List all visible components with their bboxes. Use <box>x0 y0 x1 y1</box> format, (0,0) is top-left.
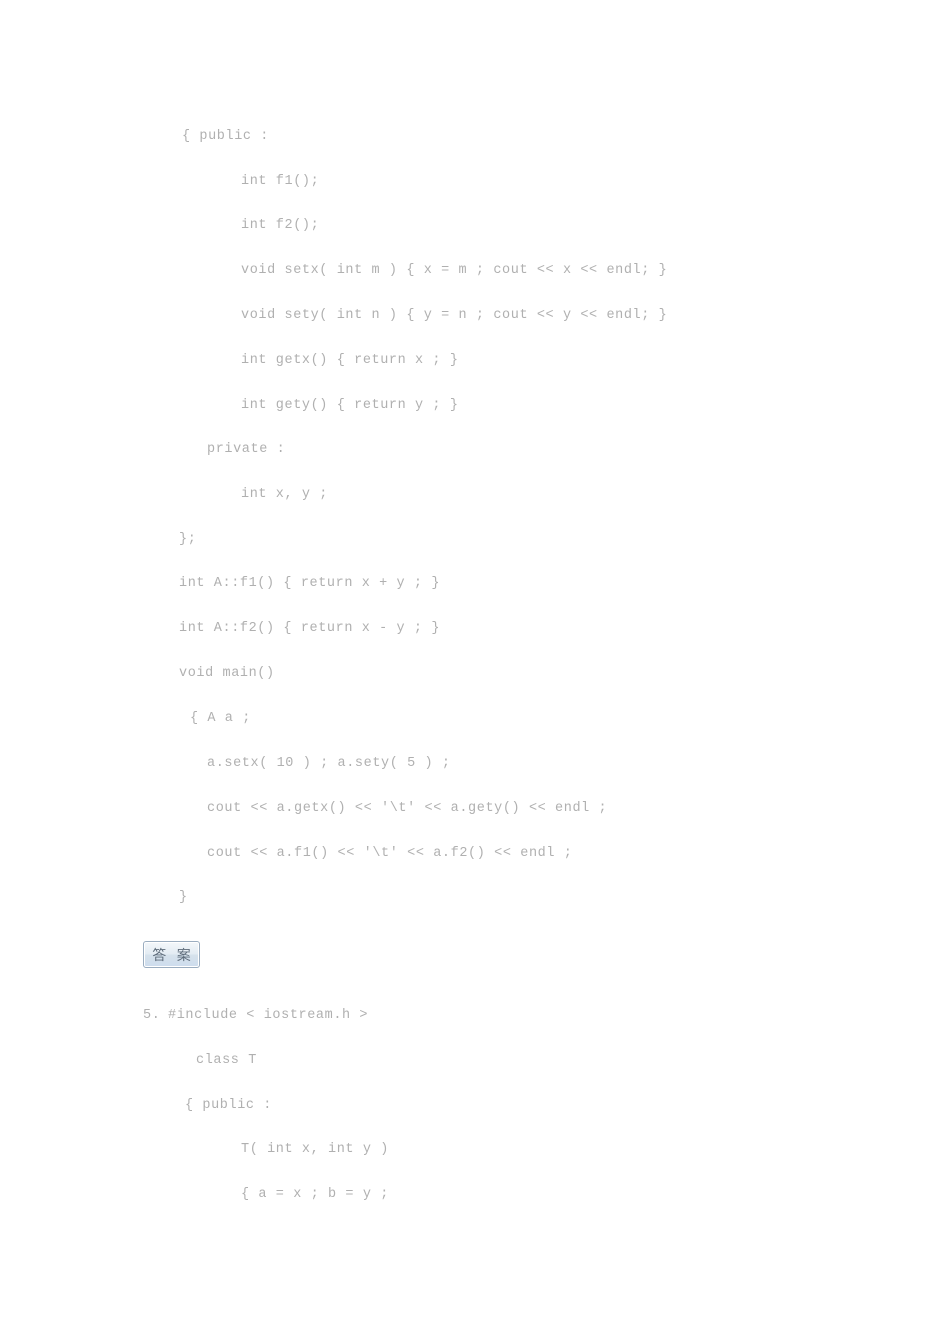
code-line-14: a.setx( 10 ) ; a.sety( 5 ) ; <box>207 756 451 771</box>
q5-code-line-1: class T <box>196 1053 257 1068</box>
code-line-16: cout << a.f1() << '\t' << a.f2() << endl… <box>207 846 573 861</box>
question-number-5: 5. <box>143 1008 161 1023</box>
q5-code-line-2: { public : <box>185 1098 273 1113</box>
code-line-5: int getx() { return x ; } <box>241 353 459 368</box>
code-line-15: cout << a.getx() << '\t' << a.gety() << … <box>207 801 608 816</box>
code-line-7: private : <box>207 442 286 457</box>
q5-code-line-0: #include < iostream.h > <box>168 1008 369 1023</box>
code-line-10: int A::f1() { return x + y ; } <box>179 576 441 591</box>
code-line-12: void main() <box>179 666 275 681</box>
code-line-13: { A a ; <box>190 711 251 726</box>
code-line-6: int gety() { return y ; } <box>241 398 459 413</box>
code-line-4: void sety( int n ) { y = n ; cout << y <… <box>241 308 668 323</box>
answer-button[interactable]: 答 案 <box>143 941 200 968</box>
code-line-2: int f2(); <box>241 218 320 233</box>
q5-code-line-3: T( int x, int y ) <box>241 1142 389 1157</box>
code-line-1: int f1(); <box>241 174 320 189</box>
code-line-0: { public : <box>182 129 270 144</box>
code-line-9: }; <box>179 532 197 547</box>
code-line-8: int x, y ; <box>241 487 329 502</box>
code-line-3: void setx( int m ) { x = m ; cout << x <… <box>241 263 668 278</box>
code-line-11: int A::f2() { return x - y ; } <box>179 621 441 636</box>
code-line-17: } <box>179 890 188 905</box>
document-page: { public : int f1(); int f2(); void setx( i… <box>0 0 950 1344</box>
q5-code-line-4: { a = x ; b = y ; <box>241 1187 389 1202</box>
